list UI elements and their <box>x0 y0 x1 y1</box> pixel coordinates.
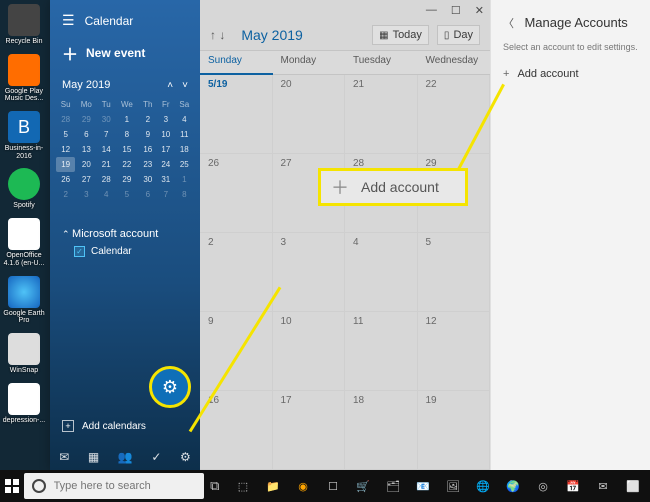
day-cell[interactable]: 4 <box>345 233 418 312</box>
tray-icon[interactable]: 🌍 <box>500 473 526 499</box>
day-cell[interactable]: 5/19 <box>200 75 273 154</box>
day-header-sunday[interactable]: Sunday <box>200 51 273 75</box>
tray-icon[interactable]: ◎ <box>530 473 556 499</box>
manage-accounts-panel: 〈 Manage Accounts Select an account to e… <box>490 0 650 470</box>
tray-icon[interactable]: 🌐 <box>470 473 496 499</box>
panel-subtitle: Select an account to edit settings. <box>503 42 638 52</box>
back-icon[interactable]: 〈 <box>503 18 514 30</box>
titlebar: — ☐ ✕ <box>200 0 490 20</box>
mini-next-icon[interactable]: ˅ <box>182 80 188 91</box>
panel-title: Manage Accounts <box>524 15 627 30</box>
tray-icon[interactable]: ✉ <box>590 473 616 499</box>
desktop-icon-google-earth[interactable]: Google Earth Pro <box>2 276 46 325</box>
taskbar-tray: ⬚ 📁 ◉ ☐ 🛒 🗂 📧 🖼 🌐 🌍 ◎ 📅 ✉ ⬜ <box>230 473 646 499</box>
day-cell[interactable]: 21 <box>345 75 418 154</box>
new-event-label: New event <box>86 46 145 60</box>
day-cell[interactable]: 3 <box>273 233 346 312</box>
plus-icon: ＋ <box>62 41 78 65</box>
day-cell[interactable]: 12 <box>418 312 491 391</box>
toolbar-month-label[interactable]: May 2019 <box>241 27 302 43</box>
day-cell[interactable]: 18 <box>345 391 418 470</box>
prev-arrow-icon[interactable]: ↑ <box>210 28 216 42</box>
day-cell[interactable]: 26 <box>200 154 273 233</box>
add-account-callout: ＋ Add account <box>318 168 468 206</box>
close-icon[interactable]: ✕ <box>475 4 484 17</box>
task-view-icon[interactable]: ⧉ <box>208 473 222 499</box>
cortana-icon <box>32 479 46 493</box>
desktop-icon-gpm[interactable]: Google Play Music Des... <box>2 54 46 103</box>
calendar-grid: Sunday Monday Tuesday Wednesday 5/19 20 … <box>200 50 490 470</box>
day-header-monday[interactable]: Monday <box>273 51 346 75</box>
desktop: Recycle Bin Google Play Music Des... BBu… <box>0 0 50 470</box>
desktop-icon-spotify[interactable]: Spotify <box>2 168 46 210</box>
desktop-icon-openoffice[interactable]: OpenOffice 4.1.6 (en-U... <box>2 218 46 267</box>
maximize-icon[interactable]: ☐ <box>451 4 461 17</box>
add-calendars-button[interactable]: + Add calendars <box>50 412 200 440</box>
tray-icon[interactable]: 🛒 <box>350 473 376 499</box>
taskbar: ⧉ ⬚ 📁 ◉ ☐ 🛒 🗂 📧 🖼 🌐 🌍 ◎ 📅 ✉ ⬜ <box>0 470 650 502</box>
day-cell[interactable]: 16 <box>200 391 273 470</box>
day-icon: ▯ <box>444 30 450 41</box>
mini-prev-icon[interactable]: ˄ <box>167 80 173 91</box>
tray-icon[interactable]: 🗂 <box>380 473 406 499</box>
add-account-button[interactable]: Add account <box>503 68 638 80</box>
next-arrow-icon[interactable]: ↓ <box>219 28 225 42</box>
desktop-icon-depression[interactable]: depression-... <box>2 383 46 425</box>
day-header-tuesday[interactable]: Tuesday <box>345 51 418 75</box>
mini-calendar-nav: May 2019 ˄ ˅ <box>50 73 200 97</box>
account-header[interactable]: Microsoft account <box>62 228 188 240</box>
day-header-wednesday[interactable]: Wednesday <box>418 51 491 75</box>
toolbar: ↑ ↓ May 2019 ▦Today ▯Day <box>200 20 490 50</box>
calendar-icon[interactable]: ▦ <box>88 450 99 464</box>
day-cell[interactable]: 22 <box>418 75 491 154</box>
desktop-icon-recycle-bin[interactable]: Recycle Bin <box>2 4 46 46</box>
day-cell[interactable]: 19 <box>418 391 491 470</box>
mail-icon[interactable]: ✉ <box>59 450 69 464</box>
minimize-icon[interactable]: — <box>426 4 437 16</box>
tray-icon[interactable]: ◉ <box>290 473 316 499</box>
start-button[interactable] <box>4 472 20 500</box>
new-event-button[interactable]: ＋ New event <box>50 33 200 73</box>
mini-month-label: May 2019 <box>62 79 110 91</box>
tray-icon[interactable]: ⬚ <box>230 473 256 499</box>
calendar-app-window: ☰ Calendar ＋ New event May 2019 ˄ ˅ SuMo… <box>50 0 650 470</box>
desktop-icon-business[interactable]: BBusiness-in-2016 <box>2 111 46 160</box>
plus-square-icon: + <box>62 420 74 432</box>
day-view-button[interactable]: ▯Day <box>437 25 480 45</box>
day-cell[interactable]: 2 <box>200 233 273 312</box>
settings-gear-highlight: ⚙ <box>149 366 191 408</box>
calendar-item-label: Calendar <box>91 246 132 257</box>
desktop-icon-winsnap[interactable]: WinSnap <box>2 333 46 375</box>
day-cell[interactable]: 17 <box>273 391 346 470</box>
mini-calendar[interactable]: SuMoTuWeThFrSa 2829301234 567891011 1213… <box>50 97 200 202</box>
tray-icon[interactable]: 📧 <box>410 473 436 499</box>
day-cell[interactable]: 11 <box>345 312 418 391</box>
app-title: Calendar <box>85 14 134 28</box>
day-cell[interactable]: 10 <box>273 312 346 391</box>
tray-icon[interactable]: 🖼 <box>440 473 466 499</box>
checkbox-checked-icon[interactable]: ✓ <box>74 246 85 257</box>
settings-gear-icon[interactable]: ⚙ <box>180 450 191 464</box>
today-icon: ▦ <box>379 30 388 41</box>
today-button[interactable]: ▦Today <box>372 25 429 45</box>
tray-icon[interactable]: 📅 <box>560 473 586 499</box>
search-input[interactable] <box>54 480 196 492</box>
tray-icon[interactable]: ⬜ <box>620 473 646 499</box>
day-cell[interactable]: 9 <box>200 312 273 391</box>
sidebar-footer: ✉ ▦ 👥 ✓ ⚙ <box>50 444 200 470</box>
tray-icon[interactable]: 📁 <box>260 473 286 499</box>
day-cell[interactable]: 20 <box>273 75 346 154</box>
todo-icon[interactable]: ✓ <box>151 450 161 464</box>
plus-icon: ＋ <box>331 174 349 200</box>
accounts-section: Microsoft account ✓ Calendar <box>50 222 200 263</box>
day-cell[interactable]: 5 <box>418 233 491 312</box>
callout-label: Add account <box>361 179 439 195</box>
hamburger-icon[interactable]: ☰ <box>62 12 75 29</box>
people-icon[interactable]: 👥 <box>118 450 133 464</box>
add-calendars-label: Add calendars <box>82 421 146 432</box>
calendar-checkbox-item[interactable]: ✓ Calendar <box>74 246 188 257</box>
taskbar-search[interactable] <box>24 473 204 499</box>
tray-icon[interactable]: ☐ <box>320 473 346 499</box>
calendar-main: — ☐ ✕ ↑ ↓ May 2019 ▦Today ▯Day Sunday Mo… <box>200 0 490 470</box>
